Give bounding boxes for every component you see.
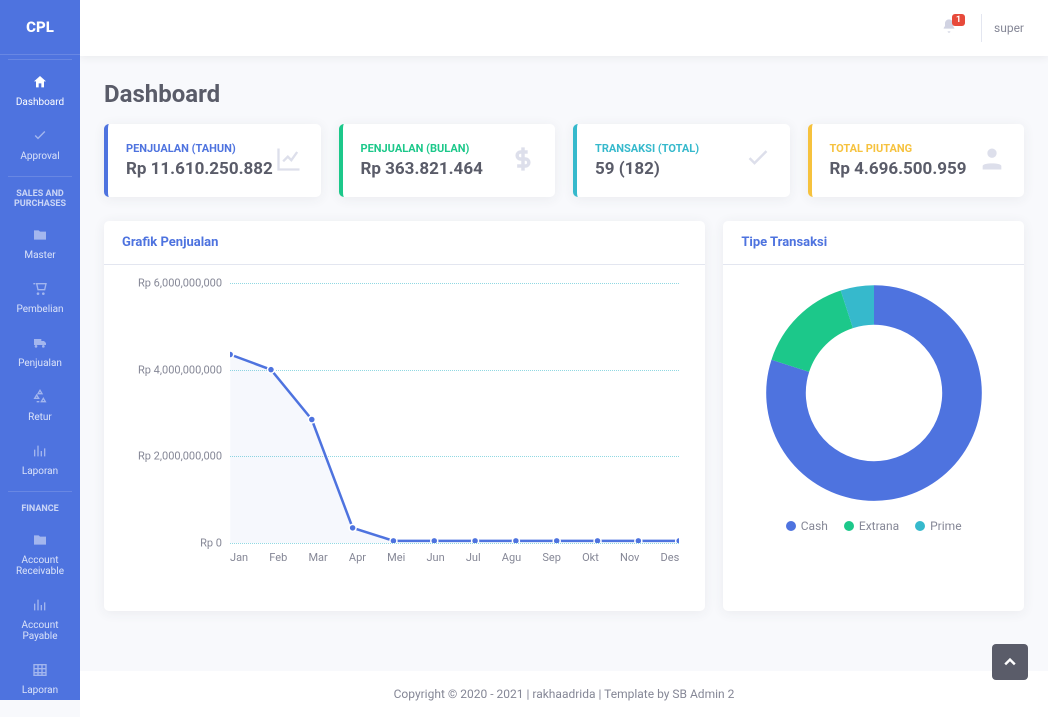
- x-axis-label: Jul: [466, 551, 481, 564]
- table-icon: [4, 662, 76, 682]
- brand-logo[interactable]: CPL: [0, 0, 80, 55]
- y-axis-label: Rp 0: [200, 537, 222, 550]
- page-title: Dashboard: [104, 80, 1024, 108]
- sidebar-item-dashboard[interactable]: Dashboard: [0, 64, 80, 118]
- nav-heading-finance: FINANCE: [0, 496, 80, 522]
- x-axis-label: Des: [661, 551, 680, 564]
- user-menu[interactable]: super: [994, 21, 1024, 35]
- nav-label: Laporan: [22, 685, 58, 696]
- divider: [8, 176, 72, 177]
- legend-dot: [844, 521, 854, 531]
- home-icon: [4, 74, 76, 94]
- cart-icon: [4, 281, 76, 301]
- donate-icon: [978, 145, 1006, 177]
- legend-item: Prime: [915, 519, 961, 533]
- panel-title: Tipe Transaksi: [723, 221, 1024, 265]
- notification-badge: 1: [952, 14, 965, 26]
- x-axis-label: Okt: [582, 551, 599, 564]
- x-axis-label: Sep: [542, 551, 561, 564]
- sidebar-item-penjualan[interactable]: Penjualan: [0, 325, 80, 379]
- x-axis-label: Jun: [426, 551, 444, 564]
- stat-value: Rp 363.821.464: [361, 159, 483, 179]
- x-axis-label: Apr: [349, 551, 366, 564]
- x-axis-label: Agu: [502, 551, 521, 564]
- stat-label: TOTAL PIUTANG: [830, 142, 967, 155]
- chart-line-icon: [275, 145, 303, 177]
- y-axis-label: Rp 2,000,000,000: [138, 450, 222, 463]
- sidebar-item-pembelian[interactable]: Pembelian: [0, 271, 80, 325]
- chart-icon: [4, 597, 76, 617]
- sidebar-item-approval[interactable]: Approval: [0, 118, 80, 172]
- divider: [981, 14, 982, 42]
- nav-label: Retur: [28, 412, 52, 423]
- recycle-icon: [4, 389, 76, 409]
- stat-value: Rp 11.610.250.882: [126, 159, 273, 179]
- nav-label: Dashboard: [16, 97, 64, 108]
- nav-label: Master: [24, 250, 55, 261]
- legend-item: Cash: [786, 519, 828, 533]
- sidebar: CPL Dashboard Approval SALES AND PURCHAS…: [0, 0, 80, 700]
- grid-line: [230, 543, 679, 544]
- nav-label: Laporan: [22, 466, 58, 477]
- folder-icon: [4, 532, 76, 552]
- stat-card: PENJUALAN (BULAN) Rp 363.821.464: [339, 124, 556, 197]
- dollar-icon: [509, 145, 537, 177]
- x-axis-label: Jan: [230, 551, 248, 564]
- stat-label: PENJUALAN (TAHUN): [126, 142, 273, 155]
- divider: [8, 491, 72, 492]
- sidebar-item-account-receivable[interactable]: Account Receivable: [0, 522, 80, 587]
- stat-value: 59 (182): [595, 159, 699, 179]
- truck-icon: [4, 335, 76, 355]
- line-chart-svg: [230, 283, 679, 543]
- transaction-type-panel: Tipe Transaksi Cash Extrana Prime: [723, 221, 1024, 611]
- nav-label: Penjualan: [18, 358, 62, 369]
- sidebar-item-laporan[interactable]: Laporan: [0, 433, 80, 487]
- x-axis-label: Mei: [387, 551, 405, 564]
- footer-text: Copyright © 2020 - 2021 | rakhaadrida | …: [80, 671, 1048, 717]
- y-axis-label: Rp 4,000,000,000: [138, 363, 222, 376]
- x-axis-label: Feb: [269, 551, 287, 564]
- legend-dot: [915, 521, 925, 531]
- stat-label: TRANSAKSI (TOTAL): [595, 142, 699, 155]
- nav-label: Pembelian: [16, 304, 63, 315]
- sidebar-item-account-payable[interactable]: Account Payable: [0, 587, 80, 652]
- y-axis-label: Rp 6,000,000,000: [138, 277, 222, 290]
- sidebar-item-master[interactable]: Master: [0, 217, 80, 271]
- stat-label: PENJUALAN (BULAN): [361, 142, 483, 155]
- legend-dot: [786, 521, 796, 531]
- stat-card: PENJUALAN (TAHUN) Rp 11.610.250.882: [104, 124, 321, 197]
- main-content: 1 super Dashboard PENJUALAN (TAHUN) Rp 1…: [80, 0, 1048, 717]
- nav-label: Account Payable: [21, 620, 58, 642]
- line-chart: Rp 0Rp 2,000,000,000Rp 4,000,000,000Rp 6…: [122, 283, 687, 593]
- x-axis-label: Nov: [620, 551, 639, 564]
- sales-chart-panel: Grafik Penjualan Rp 0 Rp 2,000,000,000 Rp …: [104, 221, 705, 611]
- nav-label: Account Receivable: [16, 555, 64, 577]
- donut-chart: [764, 283, 984, 503]
- divider: [8, 59, 72, 60]
- check-icon: [4, 128, 76, 148]
- nav-heading-sales: SALES AND PURCHASES: [0, 181, 80, 217]
- topbar: 1 super: [80, 0, 1048, 56]
- scroll-to-top-button[interactable]: [992, 644, 1028, 680]
- nav-label: Approval: [20, 151, 59, 162]
- panel-title: Grafik Penjualan: [104, 221, 705, 265]
- sidebar-item-retur[interactable]: Retur: [0, 379, 80, 433]
- folder-icon: [4, 227, 76, 247]
- stat-card: TOTAL PIUTANG Rp 4.696.500.959: [808, 124, 1025, 197]
- chart-icon: [4, 443, 76, 463]
- stat-value: Rp 4.696.500.959: [830, 159, 967, 179]
- x-axis-label: Mar: [308, 551, 327, 564]
- check-icon: [744, 145, 772, 177]
- legend-item: Extrana: [844, 519, 899, 533]
- stat-card: TRANSAKSI (TOTAL) 59 (182): [573, 124, 790, 197]
- notifications-button[interactable]: 1: [929, 18, 969, 38]
- chart-legend: Cash Extrana Prime: [786, 519, 962, 533]
- sidebar-item-laporan[interactable]: Laporan: [0, 652, 80, 700]
